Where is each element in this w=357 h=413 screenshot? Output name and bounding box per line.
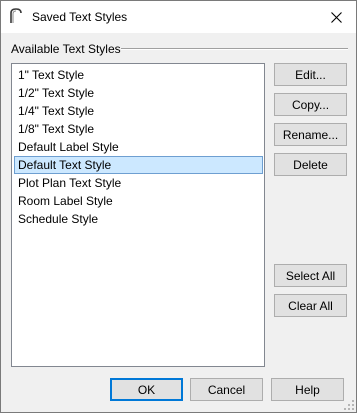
edit-button[interactable]: Edit... [274,63,347,86]
close-button[interactable] [316,1,356,33]
arch-app-icon [10,8,22,23]
list-item-label: Room Label Style [18,194,113,208]
list-item-label: Default Text Style [18,158,112,172]
list-item[interactable]: Schedule Style [14,210,263,228]
list-item[interactable]: 1/4" Text Style [14,102,263,120]
text-styles-list[interactable]: 1" Text Style 1/2" Text Style 1/4" Text … [11,63,265,367]
list-item-label: Default Label Style [18,140,119,154]
list-item-label: 1" Text Style [18,68,85,82]
list-item-label: 1/8" Text Style [18,122,95,136]
resize-grip-icon[interactable] [344,400,354,410]
close-icon [330,11,342,23]
help-button[interactable]: Help [271,378,344,401]
list-item-label: Schedule Style [18,212,99,226]
list-item[interactable]: Plot Plan Text Style [14,174,263,192]
list-item-label: Plot Plan Text Style [18,176,122,190]
ok-button[interactable]: OK [110,378,183,401]
delete-button[interactable]: Delete [274,153,347,176]
list-item[interactable]: 1/8" Text Style [14,120,263,138]
available-text-styles-label: Available Text Styles [11,42,121,56]
select-all-button[interactable]: Select All [274,264,347,287]
list-item[interactable]: Default Label Style [14,138,263,156]
rename-button[interactable]: Rename... [274,123,347,146]
group-divider [121,48,348,50]
title-bar[interactable]: Saved Text Styles [1,1,356,33]
window-title: Saved Text Styles [32,10,128,24]
list-item-label: 1/4" Text Style [18,104,95,118]
list-item[interactable]: 1/2" Text Style [14,84,263,102]
list-item-label: 1/2" Text Style [18,86,95,100]
cancel-button[interactable]: Cancel [190,378,263,401]
copy-button[interactable]: Copy... [274,93,347,116]
list-item[interactable]: 1" Text Style [14,66,263,84]
saved-text-styles-dialog: Saved Text Styles Available Text Styles … [0,0,357,413]
list-item-selected[interactable]: Default Text Style [14,156,263,174]
list-item[interactable]: Room Label Style [14,192,263,210]
clear-all-button[interactable]: Clear All [274,294,347,317]
